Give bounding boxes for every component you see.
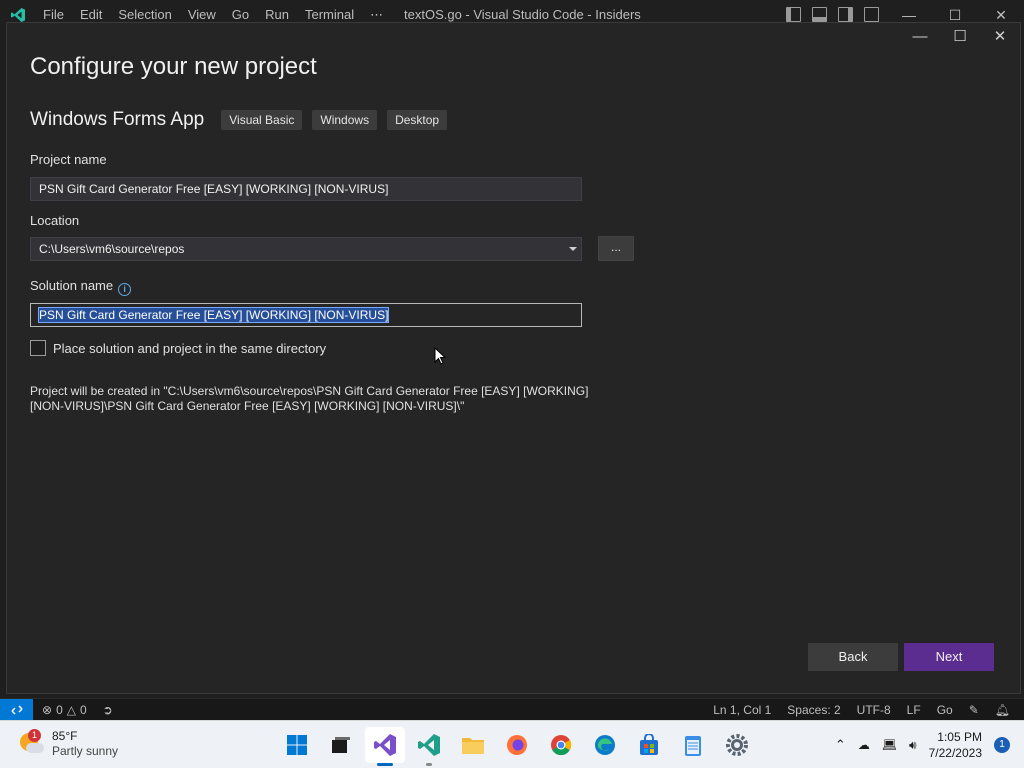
info-icon[interactable]: i (118, 282, 132, 296)
settings-icon[interactable] (717, 727, 757, 763)
project-name-input[interactable]: PSN Gift Card Generator Free [EASY] [WOR… (30, 177, 582, 201)
error-icon: ⊗ (42, 702, 53, 717)
notifications-bell-icon[interactable]: 🔔︎ (995, 703, 1010, 717)
feedback-icon[interactable]: ✎ (969, 703, 979, 717)
back-button[interactable]: Back (808, 643, 898, 671)
dialog-window-controls: — ☐ ✕ (900, 23, 1020, 49)
problems-indicator[interactable]: ⊗ 0 △ 0 ➲ (42, 703, 113, 717)
weather-condition: Partly sunny (52, 744, 119, 758)
next-button[interactable]: Next (904, 643, 994, 671)
browse-location-button[interactable]: ... (598, 236, 634, 261)
dialog-maximize-icon[interactable]: ☐ (940, 23, 980, 49)
solution-name-input[interactable]: PSN Gift Card Generator Free [EASY] [WOR… (30, 303, 582, 327)
weather-widget[interactable]: 1 85°F Partly sunny (18, 729, 118, 759)
statusbar-right: Ln 1, Col 1 Spaces: 2 UTF-8 LF Go ✎ 🔔︎ (713, 699, 1010, 721)
taskbar-apps (277, 727, 757, 766)
toggle-secondary-sidebar-icon[interactable] (838, 7, 853, 22)
encoding[interactable]: UTF-8 (857, 703, 891, 717)
weather-sun-cloud-icon: 1 (18, 729, 44, 757)
notepad-icon[interactable] (673, 727, 713, 763)
weather-alert-badge: 1 (28, 729, 41, 742)
chevron-up-icon[interactable]: ⌃ (835, 737, 846, 753)
tag-platform: Windows (312, 110, 378, 130)
toggle-panel-icon[interactable] (812, 7, 827, 22)
solution-name-label: Solution name (30, 278, 114, 293)
layout-controls (786, 7, 879, 22)
template-row: Windows Forms App Visual Basic Windows D… (30, 109, 457, 131)
solution-name-selected-text: PSN Gift Card Generator Free [EASY] [WOR… (37, 307, 390, 323)
cursor-position[interactable]: Ln 1, Col 1 (713, 703, 771, 717)
same-directory-label: Place solution and project in the same d… (53, 340, 327, 356)
customize-layout-icon[interactable] (864, 7, 879, 22)
warning-count: 0 (79, 702, 87, 717)
same-directory-option[interactable]: Place solution and project in the same d… (30, 340, 326, 356)
dialog-title: Configure your new project (30, 53, 317, 80)
volume-icon[interactable]: 🔊︎ (909, 738, 917, 753)
indentation[interactable]: Spaces: 2 (787, 703, 840, 717)
chevron-down-icon[interactable] (569, 247, 577, 251)
vscode-statusbar: ⊗ 0 △ 0 ➲ Ln 1, Col 1 Spaces: 2 UTF-8 LF… (0, 698, 1024, 721)
location-label: Location (30, 213, 80, 228)
active-indicator (377, 763, 393, 766)
task-view-icon[interactable] (321, 727, 361, 763)
system-tray: ⌃ ☁ 💻︎ 🔊︎ 1:05 PM 7/22/2023 1 (835, 721, 1010, 768)
weather-temp: 85°F (52, 729, 78, 743)
dialog-close-icon[interactable]: ✕ (980, 23, 1020, 49)
project-name-label: Project name (30, 152, 107, 167)
vscode-icon[interactable] (409, 727, 449, 766)
firefox-icon[interactable] (497, 727, 537, 763)
template-name: Windows Forms App (30, 109, 205, 130)
error-count: 0 (56, 702, 63, 717)
onedrive-offline-icon[interactable]: ☁ (858, 738, 870, 752)
language-mode[interactable]: Go (937, 703, 953, 717)
toggle-primary-sidebar-icon[interactable] (786, 7, 801, 22)
project-path-note: Project will be created in "C:\Users\vm6… (30, 384, 589, 413)
file-explorer-icon[interactable] (453, 727, 493, 763)
mouse-cursor-icon (434, 347, 446, 365)
start-icon[interactable] (277, 727, 317, 763)
edge-icon[interactable] (585, 727, 625, 763)
warning-icon: △ (66, 702, 76, 717)
notification-badge[interactable]: 1 (994, 737, 1010, 753)
windows-taskbar: 1 85°F Partly sunny ⌃ ☁ 💻︎ 🔊︎ 1:05 PM 7/… (0, 720, 1024, 768)
end-of-line[interactable]: LF (907, 703, 921, 717)
solution-name-label-row: Solution name i (30, 278, 132, 296)
dialog-minimize-icon[interactable]: — (900, 23, 940, 49)
tag-language: Visual Basic (221, 110, 303, 130)
clock[interactable]: 1:05 PM 7/22/2023 (929, 729, 982, 761)
running-indicator (426, 763, 432, 766)
chrome-icon[interactable] (541, 727, 581, 763)
visual-studio-icon[interactable] (365, 727, 405, 766)
tag-project-type: Desktop (387, 110, 448, 130)
clock-time: 1:05 PM (937, 730, 982, 744)
debug-ports-icon[interactable]: ➲ (103, 703, 113, 717)
configure-project-dialog: — ☐ ✕ Configure your new project Windows… (6, 22, 1021, 694)
clock-date: 7/22/2023 (928, 746, 982, 760)
store-icon[interactable] (629, 727, 669, 763)
network-icon[interactable]: 💻︎ (882, 738, 897, 752)
remote-indicator-icon[interactable] (0, 698, 33, 721)
location-value: C:\Users\vm6\source\repos (39, 242, 185, 256)
location-combobox[interactable]: C:\Users\vm6\source\repos (30, 237, 582, 261)
same-directory-checkbox[interactable] (30, 340, 46, 356)
